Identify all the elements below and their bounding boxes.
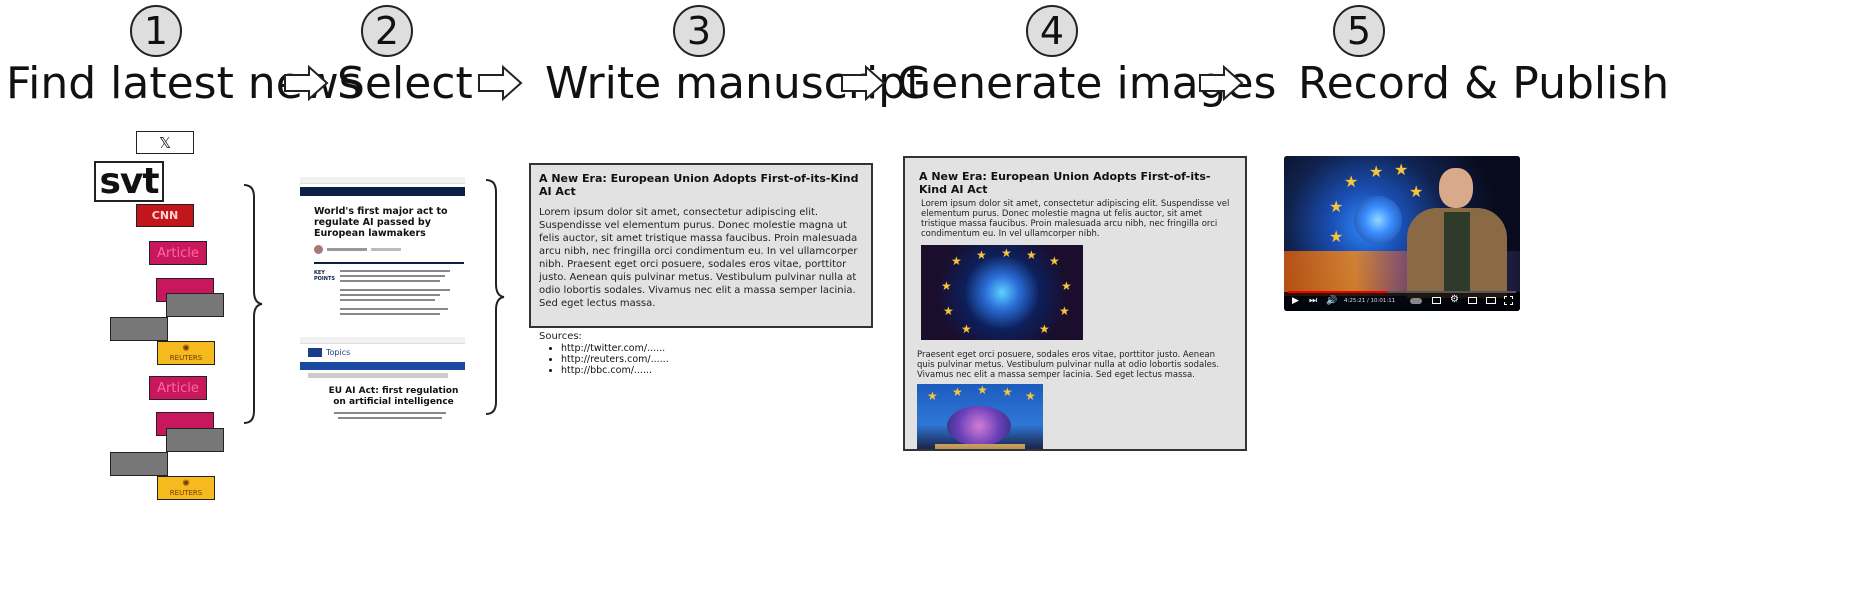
next-icon[interactable]: ⏭ — [1309, 296, 1317, 306]
sources-list: http://twitter.com/...... http://reuters… — [539, 343, 863, 376]
parliament-shape — [935, 444, 1025, 449]
text-line — [334, 412, 446, 414]
ai-head-shape — [1354, 196, 1402, 244]
source-item: http://bbc.com/...... — [561, 365, 863, 376]
arrow-right-icon — [284, 65, 329, 101]
miniplayer-icon[interactable] — [1468, 297, 1477, 304]
step-3-number: 3 — [673, 5, 725, 57]
illustrated-para-1: Lorem ipsum dolor sit amet, consectetur … — [921, 199, 1230, 239]
cnn-article-screenshot: World's first major act to regulate AI p… — [300, 177, 465, 323]
play-icon[interactable]: ▶ — [1292, 296, 1299, 306]
step-2-label: Select — [337, 58, 473, 109]
arrow-right-icon — [1199, 65, 1244, 101]
manuscript-document: A New Era: European Union Adopts First-o… — [529, 163, 873, 376]
article-headline: EU AI Act: first regulation on artificia… — [328, 386, 459, 407]
article-card — [110, 452, 168, 476]
step-1-number: 1 — [130, 5, 182, 57]
fullscreen-icon[interactable] — [1504, 296, 1513, 305]
breadcrumb — [308, 373, 448, 378]
step-2-number: 2 — [361, 5, 413, 57]
progress-track[interactable] — [1288, 291, 1516, 293]
key-points: KEY POINTS — [314, 270, 465, 315]
video-player[interactable]: ★ ★ ★ ★ ★ ★ ★ ▶ ⏭ 🔊 4:25:21 / 10:01:11 ⚙ — [1284, 156, 1520, 311]
reuters-icon: ✺ — [182, 478, 190, 489]
brain-shape — [947, 406, 1011, 446]
article-card — [110, 317, 168, 341]
article-card — [166, 293, 224, 317]
video-time: 4:25:21 / 10:01:11 — [1344, 298, 1396, 304]
author-avatar — [314, 245, 323, 254]
article-tag: Article — [149, 241, 207, 265]
presenter-shirt — [1444, 212, 1470, 292]
manuscript-body: Lorem ipsum dolor sit amet, consectetur … — [539, 207, 858, 309]
key-points-label: KEY POINTS — [314, 270, 335, 282]
step-4-number: 4 — [1026, 5, 1078, 57]
presenter-head — [1439, 168, 1473, 208]
step-5-number: 5 — [1333, 5, 1385, 57]
byline-date — [371, 248, 401, 251]
illustrated-title: A New Era: European Union Adopts First-o… — [919, 170, 1211, 196]
reuters-logo: ✺ REUTERS — [157, 341, 215, 365]
arrow-right-icon — [841, 65, 886, 101]
browser-bar — [300, 177, 465, 184]
manuscript-title: A New Era: European Union Adopts First-o… — [539, 172, 859, 198]
illustrated-para-2: Praesent eget orci posuere, sodales eros… — [917, 350, 1219, 380]
step-5-label: Record & Publish — [1298, 58, 1670, 109]
illustrated-document: A New Era: European Union Adopts First-o… — [903, 156, 1247, 451]
progress-fill — [1288, 291, 1389, 293]
key-points-list — [340, 270, 450, 315]
eu-header: Topics — [308, 348, 465, 357]
article-card — [166, 428, 224, 452]
article-headline: World's first major act to regulate AI p… — [314, 206, 448, 239]
arrow-right-icon — [478, 65, 523, 101]
reuters-label: REUTERS — [169, 353, 203, 362]
svt-logo: svt — [94, 161, 164, 202]
x-logo: 𝕏 — [136, 131, 194, 154]
volume-icon[interactable]: 🔊 — [1326, 296, 1337, 306]
source-item: http://twitter.com/...... — [561, 343, 863, 354]
article-tag: Article — [149, 376, 207, 400]
brace-icon — [243, 184, 263, 424]
subtitles-icon[interactable] — [1432, 297, 1441, 304]
reuters-logo: ✺ REUTERS — [157, 476, 215, 500]
cnn-logo: CNN — [136, 204, 194, 227]
sources-label: Sources: — [539, 331, 582, 342]
video-controls — [1284, 292, 1520, 311]
section-title: Topics — [326, 348, 351, 357]
reuters-icon: ✺ — [182, 343, 190, 354]
ai-brain-image: ★ ★ ★ ★ ★ — [917, 384, 1043, 449]
reuters-label: REUTERS — [169, 488, 203, 497]
source-item: http://reuters.com/...... — [561, 354, 863, 365]
site-nav — [300, 187, 465, 196]
site-nav — [300, 362, 465, 370]
divider — [314, 262, 464, 264]
settings-gear-icon[interactable]: ⚙ — [1450, 294, 1459, 305]
eu-flag-icon — [308, 348, 322, 357]
eu-article-screenshot: Topics EU AI Act: first regulation on ar… — [300, 337, 465, 427]
byline — [314, 245, 465, 254]
brace-icon — [485, 179, 505, 415]
theater-mode-icon[interactable] — [1486, 297, 1496, 304]
byline-text — [327, 248, 367, 251]
text-line — [338, 417, 442, 419]
browser-bar — [300, 337, 465, 344]
eu-ai-image: ★ ★ ★ ★ ★ ★ ★ ★ ★ ★ ★ — [921, 245, 1083, 340]
autoplay-toggle[interactable] — [1410, 298, 1422, 304]
